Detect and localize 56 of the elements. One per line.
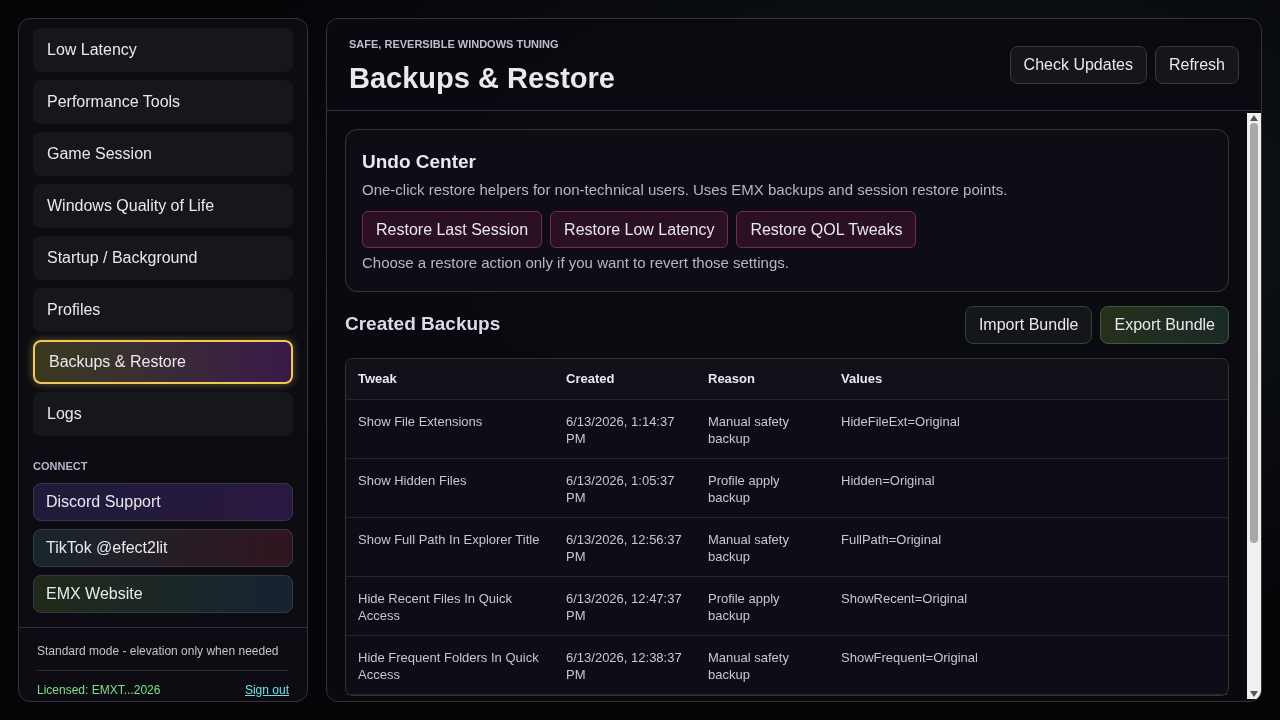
table-cell-text: Hidden=Original — [841, 471, 936, 489]
table-cell-text: 6/13/2026, 1:14:37 PM — [566, 412, 676, 447]
card-title: Undo Center — [362, 150, 477, 174]
table-cell-text: Manual safety backup — [708, 530, 790, 565]
table-cell-text: HideFileExt=Original — [841, 412, 961, 430]
restore-note: Choose a restore action only if you want to revert those settings. — [362, 253, 790, 273]
nav-item[interactable]: Startup / Background — [33, 236, 293, 280]
nav-item[interactable]: Game Session — [33, 132, 293, 176]
header-button[interactable]: Refresh — [1154, 46, 1239, 84]
table-cell-text: FullPath=Original — [841, 530, 943, 548]
table-cell-text: Hide Recent Files In Quick Access — [358, 589, 513, 624]
table-cell-text: Show Full Path In Explorer Title — [358, 530, 541, 548]
nav-item[interactable]: Logs — [33, 392, 293, 436]
table-cell-text: Show Hidden Files — [358, 471, 468, 489]
table-cell-text: Profile apply backup — [708, 471, 781, 506]
column-header: Created — [566, 369, 616, 388]
restore-button[interactable]: Restore Last Session — [362, 211, 543, 248]
card-description: One-click restore helpers for non-technical users. Uses EMX backups and session restore points. — [362, 179, 1009, 200]
nav-item[interactable]: Profiles — [33, 288, 293, 332]
sign-out-link[interactable]: Sign out — [244, 680, 289, 699]
table-cell-text: Manual safety backup — [708, 648, 790, 683]
table-cell-text: ShowRecent=Original — [841, 589, 969, 607]
section-heading: CONNECT — [32, 459, 89, 474]
header-button[interactable]: Check Updates — [1009, 46, 1147, 84]
table-cell-text: 6/13/2026, 12:56:37 PM — [566, 530, 683, 565]
bundle-button[interactable]: Import Bundle — [964, 305, 1093, 344]
table-cell-text: 6/13/2026, 1:05:37 PM — [566, 471, 676, 506]
connect-link[interactable]: Discord Support — [33, 482, 293, 521]
table-cell-text: 6/13/2026, 12:38:37 PM — [566, 648, 683, 683]
page-title: Backups & Restore — [349, 60, 615, 96]
table-cell-text: 6/13/2026, 12:47:37 PM — [566, 589, 683, 624]
column-header: Values — [841, 369, 884, 388]
mode-note: Standard mode - elevation only when needed — [37, 641, 289, 671]
eyebrow-text: SAFE, REVERSIBLE WINDOWS TUNING — [349, 37, 560, 52]
nav-item[interactable]: Low Latency — [33, 28, 293, 72]
connect-link[interactable]: EMX Website — [33, 574, 293, 613]
table-cell-text: Hide Frequent Folders In Quick Access — [358, 648, 540, 683]
nav-item[interactable]: Windows Quality of Life — [33, 184, 293, 228]
column-header: Reason — [708, 369, 756, 388]
column-header: Tweak — [358, 369, 398, 388]
table-cell-text: Manual safety backup — [708, 412, 790, 447]
section-title: Created Backups — [345, 312, 501, 337]
scroll-thumb[interactable] — [1250, 123, 1258, 543]
license-status: Licensed: EMXT...2026 — [37, 681, 161, 699]
nav-item[interactable]: Backups & Restore — [33, 340, 293, 384]
table-cell-text: ShowFrequent=Original — [841, 648, 979, 666]
table-cell-text: Profile apply backup — [708, 589, 781, 624]
bundle-button[interactable]: Export Bundle — [1100, 305, 1229, 344]
nav-item[interactable]: Performance Tools — [33, 80, 293, 124]
scrollbar[interactable] — [1247, 113, 1261, 699]
restore-button[interactable]: Restore QOL Tweaks — [736, 211, 917, 248]
table-cell-text: Show File Extensions — [358, 412, 484, 430]
restore-button[interactable]: Restore Low Latency — [550, 211, 729, 248]
scroll-down-icon[interactable] — [1250, 691, 1258, 697]
scroll-up-icon[interactable] — [1250, 115, 1258, 121]
connect-link[interactable]: TikTok @efect2lit — [33, 528, 293, 567]
